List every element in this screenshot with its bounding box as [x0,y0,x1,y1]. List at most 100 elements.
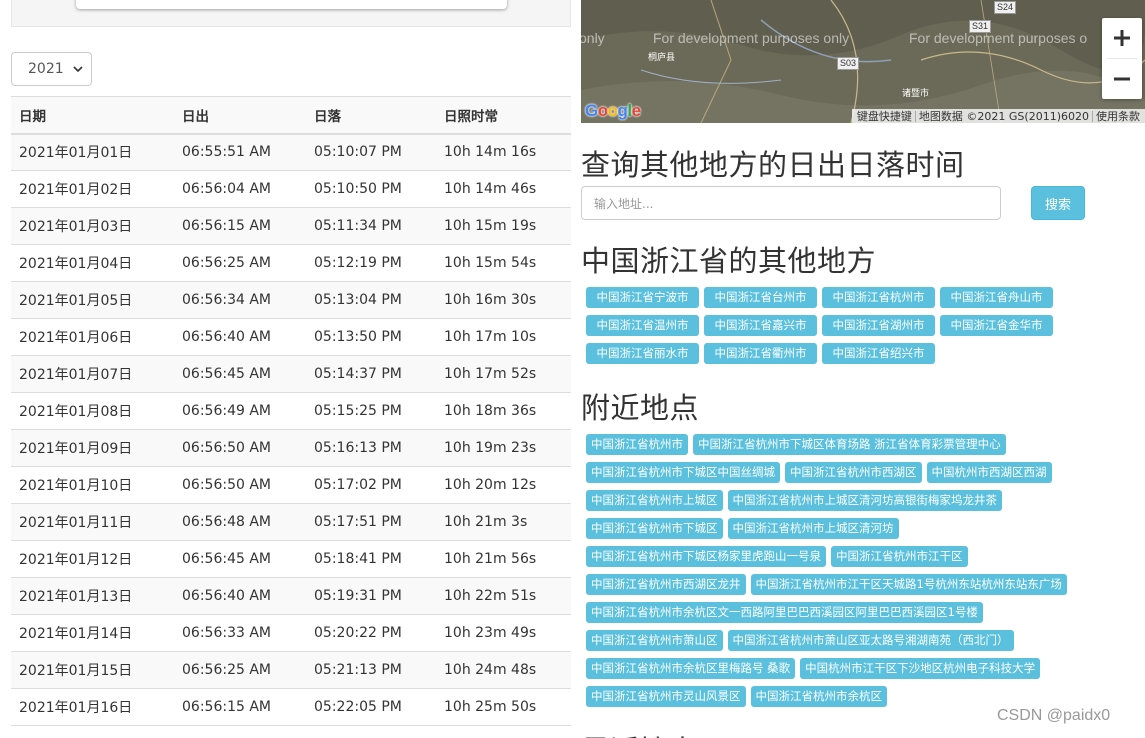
cell-daylight: 10h 20m 12s [436,466,571,504]
tag-row: 中国浙江省杭州市下城区中国丝绸城 中国浙江省杭州市西湖区 中国杭州市西湖区西湖 [586,462,1106,490]
nearby-place-tag-link[interactable]: 中国浙江省杭州市上城区清河坊高银街梅家坞龙井茶 [727,490,1002,511]
search-button[interactable]: 搜索 [1031,186,1085,220]
cell-sunset: 05:17:02 PM [306,466,436,504]
nearby-place-tag-link[interactable]: 中国浙江省杭州市下城区体育场路 浙江省体育彩票管理中心 [693,434,1006,455]
place-tag-link[interactable]: 中国浙江省杭州市 [822,287,935,308]
tag-row: 中国浙江省丽水市 中国浙江省衢州市 中国浙江省绍兴市 [586,343,1106,371]
cell-daylight: 10h 17m 52s [436,355,571,393]
cell-sunset: 05:20:22 PM [306,614,436,652]
table-row: 2021年01月11日 06:56:48 AM 05:17:51 PM 10h 21m… [11,503,571,541]
town-label-zhuji: 诸暨市 [902,89,930,99]
nearby-place-tag-link[interactable]: 中国浙江省杭州市余杭区 [750,686,887,707]
nearby-place-tag-link[interactable]: 中国浙江省杭州市江干区天城路1号杭州东站杭州东站东广场 [750,574,1067,595]
cell-date: 2021年01月10日 [11,466,174,504]
nearby-place-tag-link[interactable]: 中国浙江省杭州市江干区 [831,546,968,567]
cell-daylight: 10h 15m 19s [436,207,571,245]
chevron-down-icon [73,66,83,73]
cell-daylight: 10h 14m 46s [436,170,571,208]
nearby-place-tag-link[interactable]: 中国杭州市西湖区西湖 [926,462,1052,483]
cell-date: 2021年01月02日 [11,170,174,208]
nearby-place-tag-link[interactable]: 中国浙江省杭州市下城区 [586,518,723,539]
cell-sunset: 05:14:37 PM [306,355,436,393]
cell-daylight: 10h 17m 10s [436,318,571,356]
google-logo: Google [585,101,641,120]
nearby-place-tag-link[interactable]: 中国浙江省杭州市萧山区 [586,630,723,651]
nearby-place-tag-link[interactable]: 中国浙江省杭州市灵山风景区 [586,686,746,707]
keyboard-shortcuts-link[interactable]: 键盘快捷键 [854,108,915,123]
table-row: 2021年01月01日 06:55:51 AM 05:10:07 PM 10h 14m… [11,133,571,171]
tag-row: 中国浙江省宁波市 中国浙江省台州市 中国浙江省杭州市 中国浙江省舟山市 [586,287,1106,315]
nearby-place-tag-link[interactable]: 中国浙江省杭州市萧山区亚太路号湘湖南苑（西北门） [727,630,1014,651]
map[interactable]: only For development purposes only For d… [581,0,1145,123]
nearby-place-tag-link[interactable]: 中国浙江省杭州市下城区杨家里虎跑山一号泉 [586,546,826,567]
nearby-place-tag-link[interactable]: 中国杭州市江干区下沙地区杭州电子科技大学 [800,658,1041,679]
place-tag-link[interactable]: 中国浙江省衢州市 [704,343,817,364]
table-row: 2021年01月14日 06:56:33 AM 05:20:22 PM 10h 23m… [11,614,571,652]
cell-sunset: 05:13:50 PM [306,318,436,356]
cell-daylight: 10h 25m 50s [436,688,571,726]
tag-row: 中国浙江省杭州市下城区杨家里虎跑山一号泉 中国浙江省杭州市江干区 [586,546,1106,574]
place-tag-link[interactable]: 中国浙江省丽水市 [586,343,699,364]
table-row: 2021年01月16日 06:56:15 AM 05:22:05 PM 10h 25m… [11,688,571,726]
cell-sunset: 05:12:19 PM [306,244,436,282]
col-header-sunset: 日落 [306,96,436,135]
other-places-tags: 中国浙江省宁波市 中国浙江省台州市 中国浙江省杭州市 中国浙江省舟山市 中国浙江省温州市… [586,287,1106,371]
zoom-out-button[interactable] [1102,59,1142,99]
cell-daylight: 10h 21m 56s [436,540,571,578]
place-tag-link[interactable]: 中国浙江省台州市 [704,287,817,308]
minus-icon [1114,77,1130,81]
place-tag-link[interactable]: 中国浙江省绍兴市 [822,343,935,364]
map-data-credit: 地图数据 ©2021 GS(2011)6020 [918,110,1089,123]
tag-row: 中国浙江省杭州市上城区 中国浙江省杭州市上城区清河坊高银街梅家坞龙井茶 [586,490,1106,518]
col-header-sunrise: 日出 [174,96,306,135]
nearby-place-tag-link[interactable]: 中国浙江省杭州市西湖区龙井 [586,574,746,595]
cell-sunrise: 06:56:04 AM [174,170,306,208]
cell-sunrise: 06:56:45 AM [174,355,306,393]
cell-date: 2021年01月06日 [11,318,174,356]
plus-icon [1114,30,1130,46]
nearby-place-tag-link[interactable]: 中国浙江省杭州市余杭区文一西路阿里巴巴西溪园区阿里巴巴西溪园区1号楼 [586,602,983,623]
cell-sunset: 05:21:13 PM [306,651,436,689]
cell-sunset: 05:16:13 PM [306,429,436,467]
address-search-input[interactable]: 输入地址... [581,186,1001,220]
nearby-place-tag-link[interactable]: 中国浙江省杭州市余杭区里梅路号 桑歌 [586,658,796,679]
cell-date: 2021年01月15日 [11,651,174,689]
cell-date: 2021年01月04日 [11,244,174,282]
table-row: 2021年01月09日 06:56:50 AM 05:16:13 PM 10h 19m… [11,429,571,467]
place-tag-link[interactable]: 中国浙江省嘉兴市 [704,315,817,336]
nearby-place-tag-link[interactable]: 中国浙江省杭州市上城区 [586,490,723,511]
table-row: 2021年01月13日 06:56:40 AM 05:19:31 PM 10h 22m… [11,577,571,615]
nearby-place-tag-link[interactable]: 中国浙江省杭州市西湖区 [785,462,922,483]
cell-sunrise: 06:56:15 AM [174,207,306,245]
table-row: 2021年01月04日 06:56:25 AM 05:12:19 PM 10h 15m… [11,244,571,282]
cell-sunrise: 06:56:50 AM [174,429,306,467]
search-heading: 查询其他地方的日出日落时间 [581,148,965,182]
table-row: 2021年01月15日 06:56:25 AM 05:21:13 PM 10h 24m… [11,651,571,689]
cell-sunset: 05:17:51 PM [306,503,436,541]
cell-sunrise: 06:56:33 AM [174,614,306,652]
nearby-place-tag-link[interactable]: 中国浙江省杭州市下城区中国丝绸城 [586,462,780,483]
place-tag-link[interactable]: 中国浙江省舟山市 [940,287,1053,308]
cell-sunrise: 06:56:25 AM [174,244,306,282]
left-column: 2021 日期 日出 日落 日照时常 2021年01月01日 06:55:51 A… [0,0,571,738]
table-header-row: 日期 日出 日落 日照时常 [11,96,571,135]
cell-sunrise: 06:56:49 AM [174,392,306,430]
table-row: 2021年01月06日 06:56:40 AM 05:13:50 PM 10h 17m… [11,318,571,356]
table-row: 2021年01月12日 06:56:45 AM 05:18:41 PM 10h 21m… [11,540,571,578]
cell-sunrise: 06:56:45 AM [174,540,306,578]
place-tag-link[interactable]: 中国浙江省金华市 [940,315,1053,336]
zoom-in-button[interactable] [1102,18,1142,58]
cell-sunset: 05:10:07 PM [306,133,436,171]
cell-date: 2021年01月16日 [11,688,174,726]
other-places-heading: 中国浙江省的其他地方 [581,244,877,278]
nearby-place-tag-link[interactable]: 中国浙江省杭州市 [586,434,688,455]
cell-sunrise: 06:56:40 AM [174,577,306,615]
recent-searches-heading: 最近搜索 [581,728,697,738]
place-tag-link[interactable]: 中国浙江省温州市 [586,315,699,336]
place-tag-link[interactable]: 中国浙江省宁波市 [586,287,699,308]
terms-of-use-link[interactable]: 使用条款 [1093,108,1143,123]
table-row: 2021年01月05日 06:56:34 AM 05:13:04 PM 10h 16m… [11,281,571,319]
year-select[interactable]: 2021 [11,52,92,86]
nearby-place-tag-link[interactable]: 中国浙江省杭州市上城区清河坊 [727,518,899,539]
place-tag-link[interactable]: 中国浙江省湖州市 [822,315,935,336]
